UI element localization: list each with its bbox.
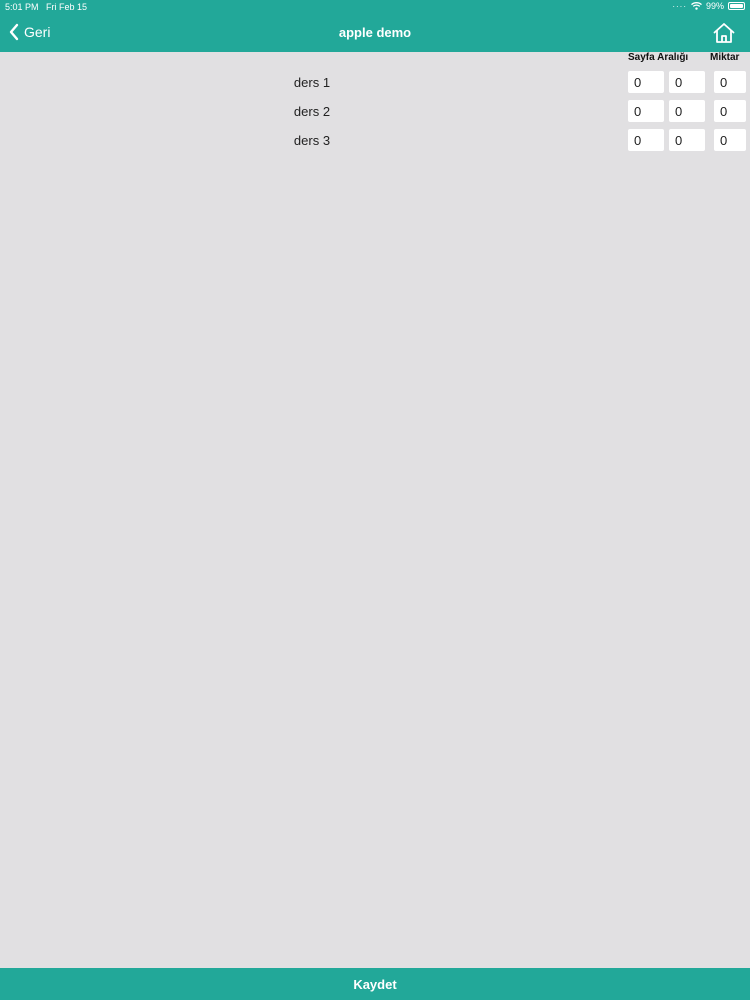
- signal-dots-icon: ····: [672, 1, 687, 11]
- column-headers: Sayfa Aralığı Miktar: [0, 52, 750, 68]
- status-time: 5:01 PM: [5, 2, 39, 12]
- save-button[interactable]: Kaydet: [0, 968, 750, 1000]
- page-end-input[interactable]: [669, 71, 705, 93]
- page-title: apple demo: [338, 25, 412, 40]
- navigation-bar: Geri apple demo: [0, 16, 750, 52]
- page-start-input[interactable]: [628, 71, 664, 93]
- top-bar: 5:01 PM Fri Feb 15 ···· 99% Geri apple d…: [0, 0, 750, 52]
- battery-icon: [728, 2, 745, 10]
- table-row: ders 3: [0, 129, 750, 153]
- status-right: ···· 99%: [672, 1, 745, 11]
- status-date: Fri Feb 15: [46, 2, 88, 12]
- row-label: ders 1: [293, 75, 331, 90]
- page-end-input[interactable]: [669, 100, 705, 122]
- battery-percent: 99%: [705, 1, 724, 11]
- table-row: ders 2: [0, 100, 750, 124]
- amount-input[interactable]: [714, 100, 746, 122]
- row-label: ders 3: [293, 133, 331, 148]
- home-icon[interactable]: [712, 21, 736, 45]
- amount-input[interactable]: [714, 71, 746, 93]
- save-label: Kaydet: [353, 976, 397, 992]
- page-start-input[interactable]: [628, 100, 664, 122]
- header-page-range: Sayfa Aralığı: [628, 52, 689, 63]
- page-start-input[interactable]: [628, 129, 664, 151]
- status-bar: 5:01 PM Fri Feb 15 ···· 99%: [0, 0, 750, 14]
- wifi-icon: [691, 2, 702, 10]
- header-amount: Miktar: [710, 52, 740, 63]
- row-label: ders 2: [293, 104, 331, 119]
- amount-input[interactable]: [714, 129, 746, 151]
- page-end-input[interactable]: [669, 129, 705, 151]
- table-row: ders 1: [0, 71, 750, 95]
